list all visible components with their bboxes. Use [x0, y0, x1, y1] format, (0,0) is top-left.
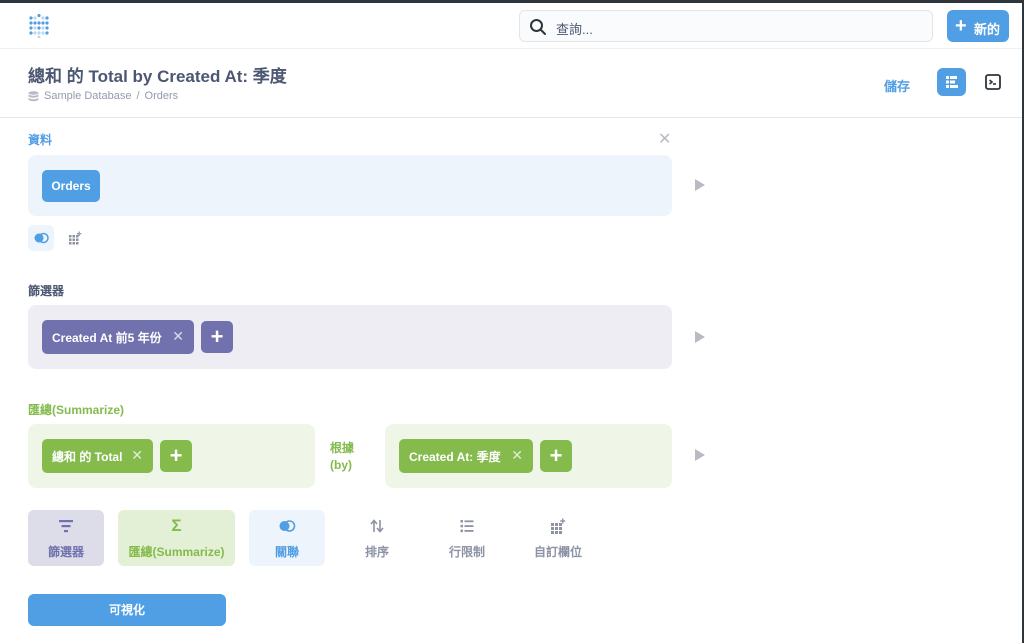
breadcrumb-table[interactable]: Orders — [145, 90, 179, 102]
data-step-panel — [28, 155, 672, 216]
database-icon — [28, 90, 39, 101]
add-limit-step-button[interactable]: 行限制 — [424, 510, 510, 566]
breakout-pill-label: Created At: 季度 — [409, 449, 501, 464]
metric-pill[interactable]: 總和 的 Total ✕ — [42, 439, 153, 473]
join-icon — [34, 232, 49, 244]
search-placeholder: 查詢... — [556, 22, 593, 37]
breadcrumb-separator: / — [136, 90, 140, 102]
data-section-label: 資料 — [28, 133, 53, 147]
add-metric-button[interactable]: + — [160, 440, 192, 472]
add-breakout-button[interactable]: + — [540, 440, 572, 472]
join-action-label: 關聯 — [274, 545, 299, 559]
group-by-label: 根據 (by) — [330, 440, 354, 474]
preview-play-icon[interactable] — [694, 331, 706, 343]
custom-column-action-label: 自訂欄位 — [533, 545, 582, 559]
add-filter-step-button[interactable]: 篩選器 — [28, 510, 104, 566]
filter-pill-label: Created At 前5 年份 — [52, 330, 162, 345]
notebook-editor-toggle-button[interactable] — [937, 68, 966, 96]
sort-action-label: 排序 — [364, 545, 389, 559]
summarize-section-label: 匯總(Summarize) — [28, 403, 125, 417]
add-sort-step-button[interactable]: 排序 — [339, 510, 415, 566]
breadcrumb: Sample Database / Orders — [28, 90, 178, 102]
top-navbar: 查詢... + 新的 — [0, 3, 1022, 49]
breakout-pill[interactable]: Created At: 季度 ✕ — [399, 439, 533, 473]
close-icon[interactable]: ✕ — [658, 129, 671, 149]
search-bar[interactable]: 查詢... — [519, 10, 933, 42]
visualize-button[interactable]: 可視化 — [28, 594, 226, 626]
add-custom-column-step-button[interactable]: 自訂欄位 — [522, 510, 594, 566]
filter-pill[interactable]: Created At 前5 年份 ✕ — [42, 320, 194, 354]
add-join-step-button[interactable]: 關聯 — [249, 510, 325, 566]
question-title[interactable]: 總和 的 Total by Created At: 季度 — [28, 62, 287, 87]
add-summarize-step-button[interactable]: Σ 匯總(Summarize) — [118, 510, 235, 566]
new-button-label: 新的 — [974, 22, 1001, 37]
preview-play-icon[interactable] — [694, 449, 706, 461]
remove-filter-icon[interactable]: ✕ — [172, 328, 184, 345]
add-custom-column-icon[interactable] — [68, 231, 82, 245]
notebook-icon — [946, 76, 958, 88]
metabase-logo-icon[interactable] — [28, 14, 50, 38]
join-icon — [279, 520, 296, 532]
metric-pill-label: 總和 的 Total — [52, 449, 123, 464]
filter-section-label: 篩選器 — [28, 284, 65, 298]
data-source-pill[interactable]: Orders — [42, 170, 100, 202]
sigma-icon: Σ — [171, 516, 182, 535]
remove-breakout-icon[interactable]: ✕ — [511, 447, 523, 464]
sort-icon — [370, 519, 384, 533]
question-header: 總和 的 Total by Created At: 季度 Sample Data… — [0, 49, 1022, 118]
preview-play-icon[interactable] — [694, 179, 706, 191]
list-icon — [460, 520, 474, 533]
add-filter-button[interactable]: + — [201, 321, 233, 353]
plus-icon: + — [955, 15, 967, 37]
by-label-line-1: 根據 — [330, 441, 355, 455]
summarize-action-label: 匯總(Summarize) — [128, 545, 225, 559]
remove-metric-icon[interactable]: ✕ — [131, 447, 143, 464]
join-mini-button[interactable] — [28, 225, 54, 251]
limit-action-label: 行限制 — [448, 545, 485, 559]
new-button[interactable]: + 新的 — [947, 10, 1009, 42]
sql-console-icon[interactable] — [984, 73, 1002, 91]
add-custom-column-icon — [551, 518, 566, 534]
filter-action-label: 篩選器 — [47, 545, 84, 559]
filter-icon — [59, 520, 73, 533]
save-button[interactable]: 儲存 — [884, 76, 910, 95]
breadcrumb-database[interactable]: Sample Database — [44, 90, 131, 102]
by-label-line-2: (by) — [330, 458, 352, 472]
search-icon — [530, 19, 546, 35]
